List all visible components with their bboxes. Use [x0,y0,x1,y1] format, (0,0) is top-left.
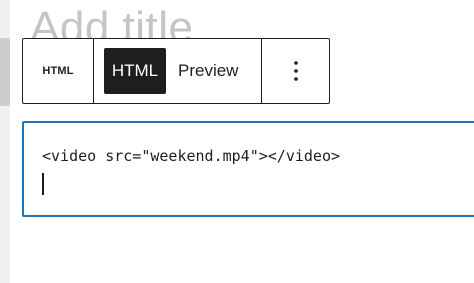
more-options-button[interactable] [281,48,311,94]
html-code-editor[interactable]: <video src="weekend.mp4"></video> [22,121,474,217]
block-toolbar: HTML HTML Preview [22,38,330,104]
text-caret [42,173,44,195]
post-title-placeholder[interactable]: Add title [30,6,193,38]
scrollbar-thumb[interactable] [0,38,10,106]
block-type-switcher[interactable]: HTML [23,39,94,103]
more-options-group [262,39,329,103]
more-vertical-icon [293,61,298,81]
editor-canvas-scrollbar[interactable] [0,0,10,283]
html-mode-group: HTML Preview [94,39,262,103]
html-mode-button[interactable]: HTML [104,48,166,94]
code-line[interactable]: <video src="weekend.mp4"></video> [42,147,340,165]
preview-mode-button[interactable]: Preview [166,48,250,94]
block-type-label: HTML [42,65,74,77]
